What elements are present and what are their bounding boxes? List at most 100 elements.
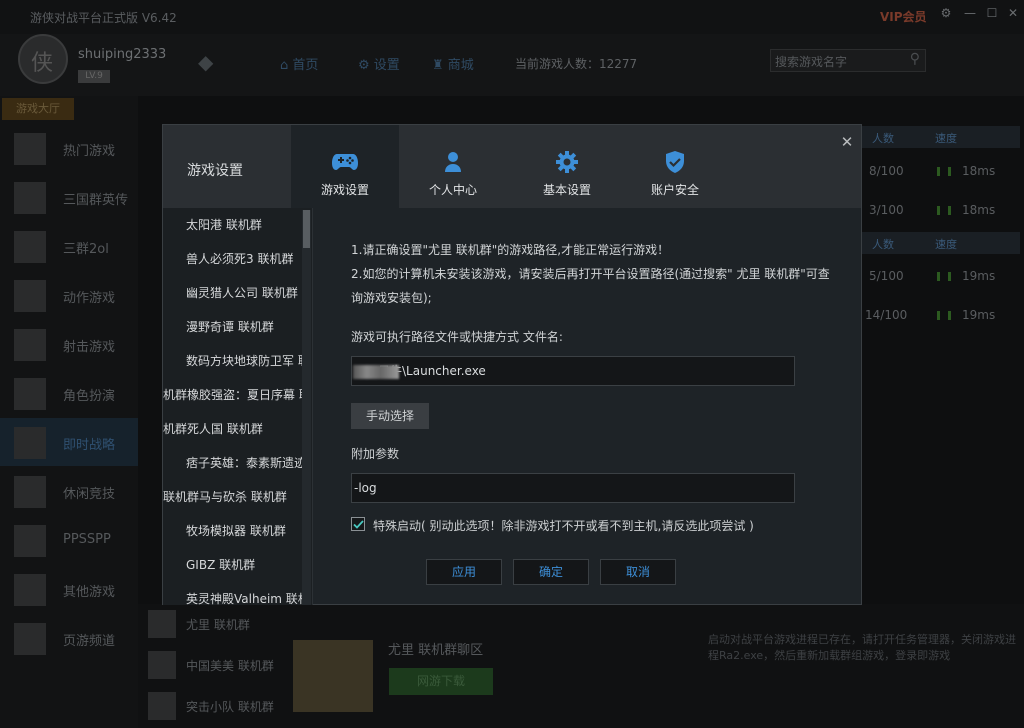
game-list-item[interactable]: 痞子英雄：泰素斯遗迹 <box>186 446 306 480</box>
rts-icon <box>14 427 46 459</box>
room-title: 尤里 联机群聊区 <box>388 643 484 658</box>
shield-icon <box>621 151 729 173</box>
signal-icon <box>937 272 951 281</box>
tab-label: 游戏设置 <box>320 183 369 197</box>
sidebar-item-other[interactable]: 其他游戏 <box>0 565 138 613</box>
download-button[interactable]: 网游下载 <box>389 668 493 695</box>
game-list-item[interactable]: 幽灵猎人公司 联机群 <box>186 276 298 310</box>
game-list-item[interactable]: 数码方块地球防卫军 联 <box>186 344 310 378</box>
gear-icon <box>513 151 621 173</box>
level-badge: LV.9 <box>78 70 110 83</box>
sidebar-item-casual[interactable]: 休闲竞技 <box>0 467 138 515</box>
row-people: 14/100 <box>865 308 908 322</box>
row-speed: 18ms <box>962 164 996 178</box>
vip-link[interactable]: VIP会员 <box>880 8 927 25</box>
diamond-icon[interactable]: ◆ <box>198 50 213 74</box>
avatar[interactable] <box>18 34 68 84</box>
game-path-input[interactable]: 日牛\Launcher.exe <box>351 356 795 386</box>
minimize-icon[interactable]: — <box>962 6 978 22</box>
row-people: 5/100 <box>869 269 904 283</box>
args-input[interactable]: -log <box>351 473 795 503</box>
sidebar-item-webgames[interactable]: 页游频道 <box>0 614 138 662</box>
maximize-icon[interactable]: ☐ <box>984 6 1000 22</box>
close-window-icon[interactable]: ✕ <box>1005 6 1021 22</box>
tab-personal-center[interactable]: 个人中心 <box>399 125 507 208</box>
scrollbar-thumb[interactable] <box>303 210 310 248</box>
nav-home[interactable]: ⌂ 首页 <box>280 54 318 73</box>
sidebar-item-rpg[interactable]: 角色扮演 <box>0 369 138 417</box>
ok-button[interactable]: 确定 <box>513 559 589 585</box>
sidebar-item-ppsspp[interactable]: PPSSPP <box>0 516 138 564</box>
instruction-line-2: 2.如您的计算机未安装该游戏，请安装后再打开平台设置路径(通过搜索" 尤里 联机… <box>351 267 830 281</box>
other-games-icon <box>14 574 46 606</box>
choose-path-button[interactable]: 手动选择 <box>351 403 429 429</box>
sidebar-item-sanguo[interactable]: 三国群英传 <box>0 173 138 221</box>
sidebar-item-label: 三国群英传 <box>63 193 129 208</box>
cancel-button[interactable]: 取消 <box>600 559 676 585</box>
list-item-label: 中国美美 联机群 <box>186 659 274 673</box>
game-icon <box>148 610 176 638</box>
game-list-scrollbar[interactable] <box>302 210 311 605</box>
dialog-header: 游戏设置 游戏设置 个人中心 基本设置 账户安全 ✕ <box>163 125 861 208</box>
user-icon <box>399 151 507 173</box>
list-item[interactable]: 尤里 联机群 <box>140 604 280 644</box>
sidebar-item-label: 其他游戏 <box>63 585 116 600</box>
args-label: 附加参数 <box>351 447 400 461</box>
game-list-item[interactable]: 漫野奇谭 联机群 <box>186 310 274 344</box>
game-list-item[interactable]: 英灵神殿Valheim 联机 <box>186 582 310 605</box>
sidebar-item-sanqun[interactable]: 三群2ol <box>0 222 138 270</box>
nav-shop[interactable]: ♜ 商城 <box>432 54 474 73</box>
list-item-label: 突击小队 联机群 <box>186 700 274 714</box>
close-icon[interactable]: ✕ <box>839 134 855 150</box>
tab-label: 基本设置 <box>542 183 591 197</box>
game-list-item[interactable]: 联机群马与砍杀 联机群 <box>163 480 287 514</box>
search-input[interactable]: 搜索游戏名字 ⚲ <box>770 49 926 72</box>
list-item[interactable]: 突击小队 联机群 <box>140 686 280 726</box>
game-list-item[interactable]: GIBZ 联机群 <box>186 548 255 582</box>
tab-label: 账户安全 <box>650 183 699 197</box>
sidebar-item-label: 三群2ol <box>63 242 109 257</box>
shooter-icon <box>14 329 46 361</box>
search-icon[interactable]: ⚲ <box>910 51 920 67</box>
game-list-item[interactable]: 太阳港 联机群 <box>186 208 262 242</box>
game-list-item[interactable]: 兽人必须死3 联机群 <box>186 242 293 276</box>
sidebar-header[interactable]: 游戏大厅 <box>2 98 74 120</box>
list-item[interactable]: 中国美美 联机群 <box>140 645 280 685</box>
nav-settings[interactable]: ⚙ 设置 <box>358 54 400 73</box>
username: shuiping2333 <box>78 47 167 62</box>
col-speed: 速度 <box>935 238 957 251</box>
tab-account-security[interactable]: 账户安全 <box>621 125 729 208</box>
row-speed: 19ms <box>962 308 996 322</box>
row-speed: 18ms <box>962 203 996 217</box>
search-placeholder: 搜索游戏名字 <box>775 55 848 69</box>
casual-icon <box>14 476 46 508</box>
apply-button[interactable]: 应用 <box>426 559 502 585</box>
list-item-label: 尤里 联机群 <box>186 618 250 632</box>
sidebar-item-label: 休闲竞技 <box>63 487 116 502</box>
sidebar-item-label: 射击游戏 <box>63 340 116 355</box>
instruction-line-1: 1.请正确设置"尤里 联机群"的游戏路径,才能正常运行游戏！ <box>351 243 670 257</box>
webgames-icon <box>14 623 46 655</box>
path-label: 游戏可执行路径文件或快捷方式 文件名: <box>351 330 563 344</box>
game-list-item[interactable]: 牧场模拟器 联机群 <box>186 514 286 548</box>
sidebar-item-action[interactable]: 动作游戏 <box>0 271 138 319</box>
sidebar-item-hot[interactable]: 热门游戏 <box>0 124 138 172</box>
sanqun-icon <box>14 231 46 263</box>
app-title: 游侠对战平台正式版 V6.42 <box>30 11 177 25</box>
sidebar-item-label: 即时战略 <box>63 438 116 453</box>
tab-game-settings[interactable]: 游戏设置 <box>291 125 399 208</box>
tab-basic-settings[interactable]: 基本设置 <box>513 125 621 208</box>
title-bar: 游侠对战平台正式版 V6.42 VIP会员 ⚙ — ☐ ✕ <box>0 0 1024 34</box>
tab-label: 个人中心 <box>428 183 477 197</box>
special-start-label: 特殊启动( 别动此选项！除非游戏打不开或看不到主机,请反选此项尝试 ) <box>373 519 754 533</box>
sidebar-item-shooter[interactable]: 射击游戏 <box>0 320 138 368</box>
settings-icon[interactable]: ⚙ <box>938 6 954 22</box>
col-people: 人数 <box>872 132 894 145</box>
sidebar-item-label: 热门游戏 <box>63 144 116 159</box>
game-list-item[interactable]: 机群死人国 联机群 <box>163 412 263 446</box>
row-people: 8/100 <box>869 164 904 178</box>
game-list-item[interactable]: 机群橡胶强盗：夏日序幕 联 <box>163 378 311 412</box>
online-count: 当前游戏人数：12277 <box>515 57 638 71</box>
sidebar-item-rts[interactable]: 即时战略 <box>0 418 138 466</box>
special-start-checkbox[interactable] <box>351 517 365 531</box>
